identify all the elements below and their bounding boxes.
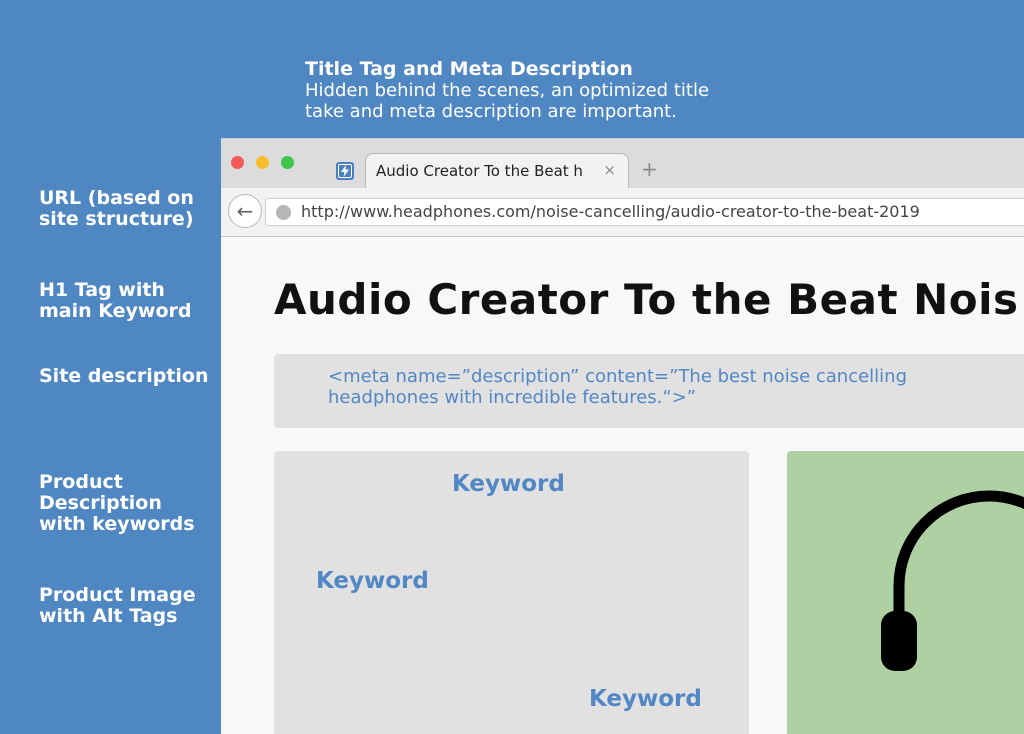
title-tag-annotation: Title Tag and Meta Description Hidden be… bbox=[305, 58, 709, 122]
back-arrow-icon: ← bbox=[236, 199, 254, 223]
address-bar[interactable]: http://www.headphones.com/noise-cancelli… bbox=[265, 198, 1024, 226]
minimize-window-button[interactable] bbox=[256, 156, 269, 169]
product-description-box: Keyword Keyword Keyword bbox=[274, 451, 749, 734]
lightning-icon bbox=[336, 162, 354, 180]
close-icon[interactable]: × bbox=[603, 161, 616, 179]
meta-description-box: <meta name=”description” content=”The be… bbox=[274, 354, 1024, 428]
product-image bbox=[787, 451, 1024, 734]
browser-titlebar: Audio Creator To the Beat h × + bbox=[221, 138, 1024, 190]
label-product-description: Product Description with keywords bbox=[39, 471, 195, 535]
keyword-2: Keyword bbox=[316, 568, 429, 594]
label-url: URL (based on site structure) bbox=[39, 187, 194, 230]
label-site-description: Site description bbox=[39, 365, 209, 387]
keyword-1: Keyword bbox=[452, 471, 565, 497]
meta-line-2: headphones with incredible features.“>” bbox=[328, 387, 697, 408]
url-text: http://www.headphones.com/noise-cancelli… bbox=[301, 202, 920, 221]
label-product-image: Product Image with Alt Tags bbox=[39, 584, 196, 627]
browser-tab[interactable]: Audio Creator To the Beat h × bbox=[336, 153, 629, 190]
back-button[interactable]: ← bbox=[228, 194, 262, 228]
headphones-icon bbox=[881, 490, 1024, 671]
page-heading: Audio Creator To the Beat Nois bbox=[274, 275, 1019, 324]
browser-window: Audio Creator To the Beat h × + ← http:/… bbox=[221, 138, 1024, 734]
meta-line-1: <meta name=”description” content=”The be… bbox=[328, 366, 908, 387]
browser-toolbar: ← http://www.headphones.com/noise-cancel… bbox=[221, 188, 1024, 237]
label-h1: H1 Tag with main Keyword bbox=[39, 279, 192, 322]
tab-title: Audio Creator To the Beat h bbox=[376, 162, 583, 180]
annotation-title: Title Tag and Meta Description bbox=[305, 58, 633, 80]
meta-description-text: <meta name=”description” content=”The be… bbox=[328, 366, 1018, 408]
annotation-description-line2: take and meta description are important. bbox=[305, 101, 677, 122]
annotation-description-line1: Hidden behind the scenes, an optimized t… bbox=[305, 80, 710, 101]
maximize-window-button[interactable] bbox=[281, 156, 294, 169]
new-tab-button[interactable]: + bbox=[641, 158, 658, 180]
close-window-button[interactable] bbox=[231, 156, 244, 169]
globe-icon bbox=[276, 205, 291, 220]
keyword-3: Keyword bbox=[589, 686, 702, 712]
